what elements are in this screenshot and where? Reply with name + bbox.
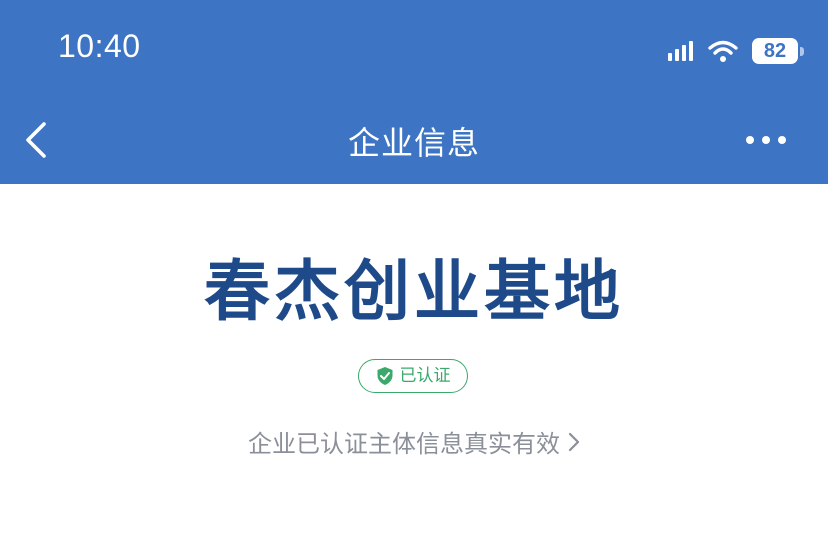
verified-label: 已认证 — [399, 365, 451, 386]
more-dots-icon[interactable] — [744, 130, 788, 150]
battery-indicator: 82 — [752, 38, 804, 64]
company-name: 春杰创业基地 — [204, 253, 624, 330]
chevron-right-icon — [568, 431, 580, 453]
top-header: 10:40 82 企业信息 — [0, 0, 828, 184]
verified-badge: 已认证 — [358, 359, 468, 393]
status-time: 10:40 — [58, 28, 141, 64]
verification-info-link[interactable]: 企业已认证主体信息真实有效 — [0, 424, 828, 459]
wifi-icon — [708, 40, 738, 62]
verification-info-text: 企业已认证主体信息真实有效 — [248, 430, 560, 458]
battery-tip — [800, 47, 804, 56]
verified-shield-icon — [376, 366, 394, 386]
cellular-signal-icon — [668, 41, 694, 61]
battery-level: 82 — [763, 40, 787, 62]
status-indicators: 82 — [668, 34, 804, 68]
page-title: 企业信息 — [347, 124, 480, 162]
